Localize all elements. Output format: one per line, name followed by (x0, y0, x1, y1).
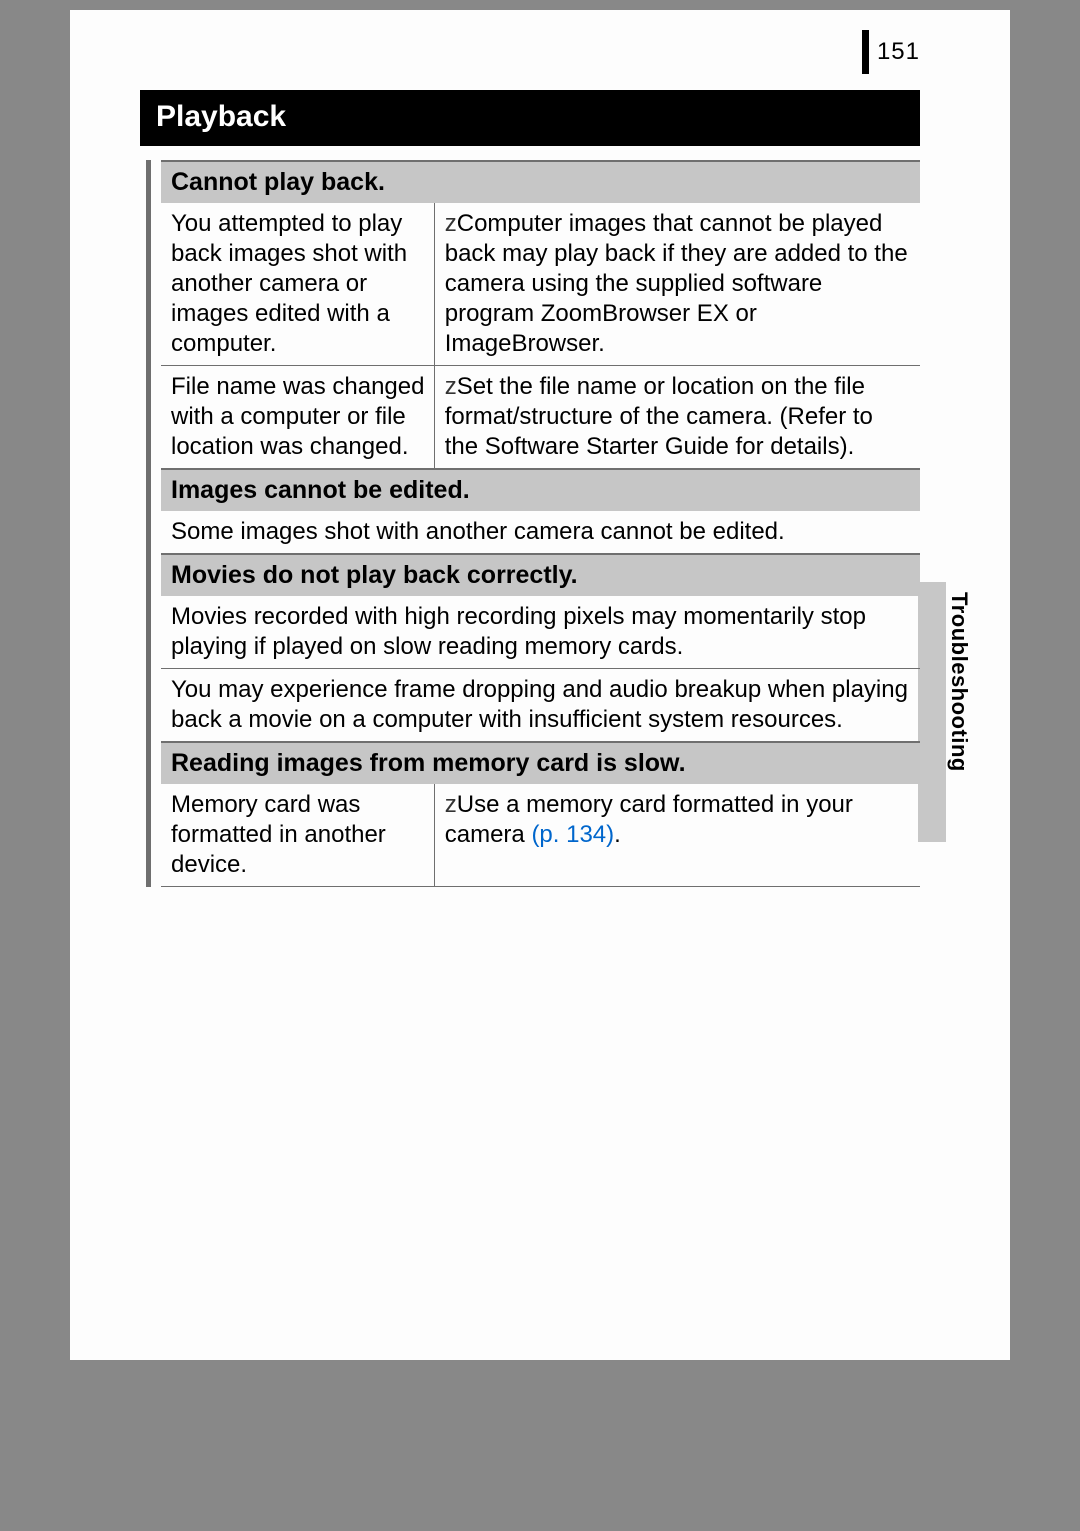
body-cell: Some images shot with another camera can… (161, 511, 920, 554)
table-row: You attempted to play back images shot w… (161, 203, 920, 366)
table-row: You may experience frame dropping and au… (161, 669, 920, 743)
content-area: Cannot play back. You attempted to play … (146, 160, 920, 887)
fix-cell: zComputer images that cannot be played b… (434, 203, 920, 366)
page-number: 151 (877, 38, 920, 66)
table-row: Some images shot with another camera can… (161, 511, 920, 554)
manual-page: 151 Playback Troubleshooting Cannot play… (70, 10, 1010, 1360)
page-number-bar (862, 30, 869, 74)
fix-cell: zUse a memory card formatted in your cam… (434, 784, 920, 887)
table-row: Movies recorded with high recording pixe… (161, 596, 920, 669)
body-cell: You may experience frame dropping and au… (161, 669, 920, 743)
side-tab-label: Troubleshooting (946, 592, 972, 772)
page-number-wrap: 151 (862, 38, 920, 74)
subheading-reading-slow: Reading images from memory card is slow. (161, 742, 920, 784)
fix-text: Set the file name or location on the fil… (445, 373, 873, 460)
fix-text: Computer images that cannot be played ba… (445, 210, 908, 357)
cause-cell: Memory card was formatted in another dev… (161, 784, 434, 887)
fix-text-pre: Use a memory card formatted in your came… (445, 791, 853, 848)
subheading-cannot-play-back: Cannot play back. (161, 161, 920, 203)
section-title: Playback (140, 90, 920, 146)
page-ref-link[interactable]: (p. 134) (531, 821, 614, 848)
troubleshooting-table: Cannot play back. You attempted to play … (161, 160, 920, 887)
table-row: Memory card was formatted in another dev… (161, 784, 920, 887)
subheading-images-cannot-edit: Images cannot be edited. (161, 469, 920, 511)
bullet-icon: z (445, 791, 457, 818)
bullet-icon: z (445, 210, 457, 237)
cause-cell: You attempted to play back images shot w… (161, 203, 434, 366)
subheading-movies: Movies do not play back correctly. (161, 554, 920, 596)
bullet-icon: z (445, 373, 457, 400)
side-tab-bg (918, 582, 946, 842)
fix-cell: zSet the file name or location on the fi… (434, 366, 920, 470)
body-cell: Movies recorded with high recording pixe… (161, 596, 920, 669)
table-row: File name was changed with a computer or… (161, 366, 920, 470)
fix-text-post: . (614, 821, 621, 848)
cause-cell: File name was changed with a computer or… (161, 366, 434, 470)
